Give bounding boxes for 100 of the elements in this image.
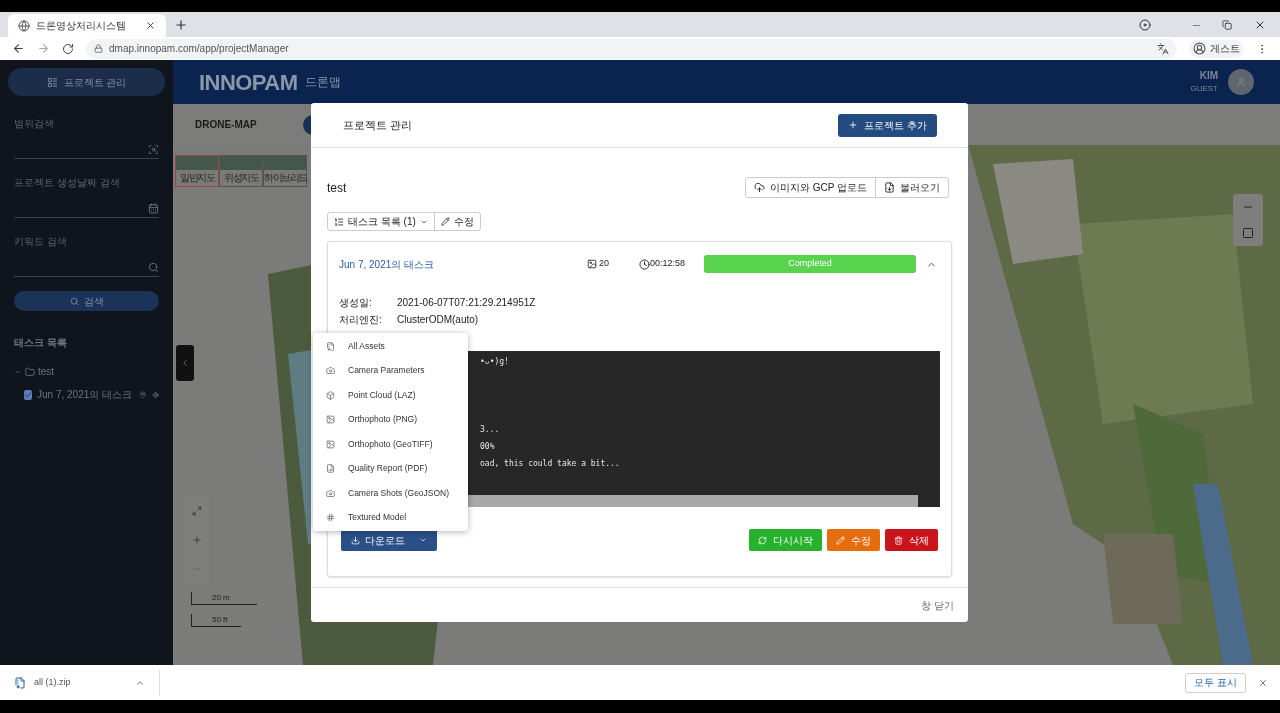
cube-icon — [326, 390, 335, 400]
import-icon — [884, 182, 895, 193]
close-icon[interactable] — [145, 20, 156, 31]
image-count: 20 — [599, 257, 610, 271]
fullscreen-icon[interactable] — [192, 505, 202, 516]
forward-icon[interactable] — [37, 42, 50, 55]
calendar-icon — [148, 203, 159, 214]
download-button[interactable]: 다운로드 — [341, 529, 437, 551]
status-text: Completed — [787, 257, 833, 271]
trash-icon — [894, 535, 903, 545]
plus-icon — [848, 120, 859, 130]
hatch-icon — [326, 513, 335, 523]
image-icon — [587, 259, 597, 269]
zip-file-icon — [14, 676, 26, 689]
avatar[interactable] — [1228, 69, 1254, 95]
close-icon[interactable] — [1254, 19, 1266, 31]
url-text: dmap.innopam.com/app/projectManager — [109, 42, 290, 56]
search-icon — [69, 296, 79, 306]
layer-thumbnail[interactable]: 일반지도 — [175, 155, 219, 187]
task-label[interactable]: Jun 7, 2021의 태스크 — [37, 387, 133, 402]
pin-icon[interactable] — [139, 389, 147, 400]
menu-item[interactable]: All Assets — [313, 334, 468, 359]
archive-icon — [326, 341, 335, 351]
field-label: 범위검색 — [14, 117, 55, 131]
profile-icon — [1193, 42, 1206, 55]
section-title: 태스크 목록 — [14, 336, 68, 350]
zoom-in-icon[interactable] — [192, 535, 202, 545]
menu-item[interactable]: Camera Parameters — [313, 358, 468, 383]
chevron-icon — [180, 358, 190, 368]
layer-thumbnail[interactable]: 하이브리드 — [263, 155, 307, 187]
show-all-button[interactable]: 모두 표시 — [1185, 672, 1246, 693]
download-file[interactable]: all (1).zip — [34, 675, 127, 690]
upload-button[interactable]: 이미지와 GCP 업로드 — [745, 178, 876, 197]
camera-icon — [326, 488, 335, 498]
modal-title: 프로젝트 관리 — [343, 117, 414, 133]
tree-label: test — [38, 365, 55, 379]
download-icon — [351, 535, 360, 545]
translate-icon[interactable] — [1157, 42, 1169, 55]
scale-bar: 50 ft — [191, 614, 241, 627]
add-project-button[interactable]: 프로젝트 추가 — [838, 113, 937, 137]
new-tab-icon[interactable] — [174, 18, 188, 32]
scan-icon — [148, 144, 159, 155]
user-name: KIM — [1199, 69, 1218, 82]
field-label: 프로젝트 생성날짜 검색 — [14, 176, 121, 190]
browser-tab[interactable]: 드론영상처리시스템 — [8, 14, 166, 37]
search-button[interactable]: 검색 — [14, 291, 159, 311]
list-icon — [46, 76, 58, 88]
list-icon — [334, 216, 344, 227]
field-label: 처리엔진: — [339, 313, 383, 327]
project-name: test — [327, 179, 348, 197]
image-icon — [326, 415, 335, 425]
logo: INNOPAM — [199, 68, 298, 97]
log-line: 00% — [480, 441, 496, 453]
back-icon[interactable] — [12, 42, 25, 55]
user-role: GUEST — [1190, 83, 1218, 95]
field-label: 생성일: — [339, 296, 373, 310]
duration: 00:12:58 — [650, 257, 687, 271]
profile-button[interactable]: 게스트 — [1189, 39, 1244, 58]
field-value: ClusterODM(auto) — [397, 313, 479, 327]
log-line: 3... — [480, 424, 501, 436]
map-title: DRONE-MAP — [195, 118, 257, 132]
search-icon — [148, 262, 159, 273]
chart-icon — [326, 464, 335, 474]
close-window-button[interactable]: 창 닫기 — [921, 597, 954, 613]
collapse-button[interactable] — [176, 345, 194, 381]
menu-item[interactable]: Orthophoto (GeoTIFF) — [313, 432, 468, 457]
refresh-icon — [758, 535, 767, 545]
square-icon[interactable] — [1242, 227, 1254, 239]
menu-item[interactable]: Camera Shots (GeoJSON) — [313, 481, 468, 506]
import-button[interactable]: 불러오기 — [876, 178, 948, 197]
task-title[interactable]: Jun 7, 2021의 태스크 — [339, 256, 587, 272]
checkbox[interactable] — [24, 389, 32, 400]
image-icon — [326, 439, 335, 449]
camera-icon — [326, 366, 335, 376]
field-label: 키워드 검색 — [14, 235, 68, 249]
menu-item[interactable]: Quality Report (PDF) — [313, 456, 468, 481]
field-value: 2021-06-07T07:21:29.214951Z — [397, 296, 536, 310]
cloud-upload-icon — [753, 182, 765, 193]
caret-icon — [419, 536, 427, 544]
menu-item[interactable]: Orthophoto (PNG) — [313, 407, 468, 432]
record-icon[interactable] — [1139, 19, 1151, 31]
project-manage-button[interactable]: 프로젝트 관리 — [8, 68, 165, 96]
restore-icon[interactable] — [1222, 20, 1232, 30]
action-button[interactable]: 삭제 — [885, 529, 938, 551]
pencil-icon — [836, 535, 845, 545]
reload-icon[interactable] — [62, 42, 74, 55]
tab-title: 드론영상처리시스템 — [36, 19, 127, 33]
menu-item[interactable]: Textured Model — [313, 505, 468, 530]
tree-item[interactable]: test — [14, 364, 159, 379]
log-line: oad, this could take a bit... — [480, 458, 621, 470]
globe-icon — [18, 19, 30, 32]
menu-item[interactable]: Point Cloud (LAZ) — [313, 383, 468, 408]
clock-icon — [639, 258, 650, 270]
task-list-button[interactable]: 태스크 목록 (1) — [328, 213, 435, 230]
layer-thumbnail[interactable]: 위성지도 — [219, 155, 263, 187]
address-bar[interactable]: dmap.innopam.com/app/projectManager — [86, 38, 1177, 59]
pencil-icon — [440, 217, 450, 226]
edit-button[interactable]: 수정 — [434, 213, 480, 230]
lock-icon — [94, 44, 103, 53]
close-icon[interactable] — [1258, 677, 1268, 688]
